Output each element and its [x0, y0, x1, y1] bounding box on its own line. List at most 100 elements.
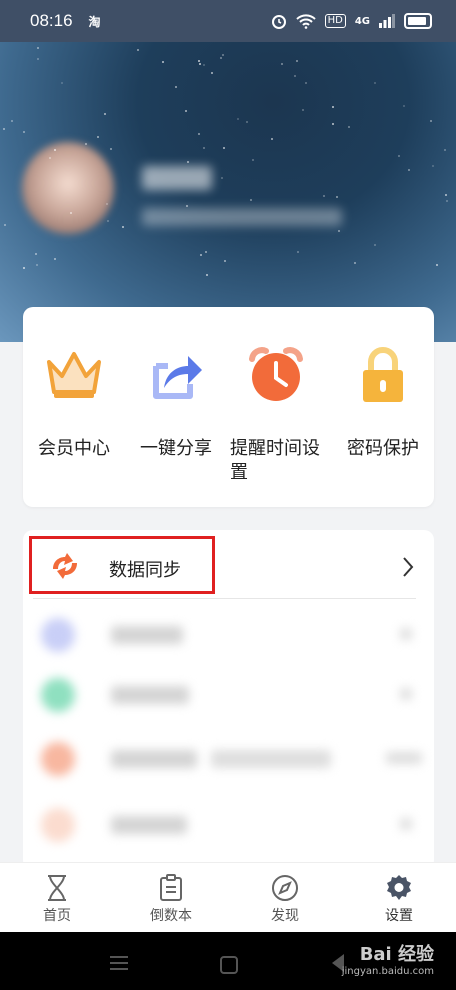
- star-decoration: [35, 264, 38, 267]
- star-decoration: [304, 82, 307, 85]
- star-decoration: [222, 54, 225, 57]
- star-decoration: [205, 251, 208, 254]
- tab-home[interactable]: 首页: [0, 863, 114, 933]
- star-decoration: [121, 225, 124, 228]
- avatar[interactable]: [22, 142, 114, 234]
- feature-reminder[interactable]: 提醒时间设置: [226, 335, 326, 485]
- star-decoration: [61, 81, 64, 84]
- list-item[interactable]: [23, 794, 434, 854]
- star-decoration: [161, 60, 164, 63]
- feature-label: 会员中心: [38, 438, 110, 459]
- star-decoration: [197, 132, 200, 135]
- baidu-jingyan-watermark: Bai 经验 jingyan.baidu.com: [342, 940, 434, 977]
- star-decoration: [403, 105, 406, 108]
- wifi-icon: [295, 14, 316, 29]
- star-decoration: [373, 82, 376, 85]
- network-type: 4G: [354, 15, 370, 27]
- star-decoration: [373, 244, 376, 247]
- hourglass-icon: [48, 875, 66, 901]
- star-decoration: [252, 158, 255, 161]
- tab-settings[interactable]: 设置: [342, 863, 456, 933]
- system-nav-bar: Bai 经验 jingyan.baidu.com: [0, 932, 456, 990]
- hd-badge: HD: [324, 14, 346, 28]
- star-decoration: [96, 136, 99, 139]
- tab-label: 首页: [43, 908, 71, 924]
- star-decoration: [336, 195, 339, 198]
- star-decoration: [198, 63, 201, 66]
- tab-label: 倒数本: [150, 908, 192, 924]
- star-decoration: [337, 229, 340, 232]
- taobao-notification-icon: 淘: [88, 14, 101, 29]
- star-decoration: [106, 220, 109, 223]
- list-item[interactable]: [23, 604, 434, 664]
- star-decoration: [198, 60, 201, 63]
- star-decoration: [246, 121, 249, 124]
- home-button[interactable]: [220, 956, 238, 974]
- star-decoration: [445, 194, 448, 197]
- star-decoration: [237, 117, 240, 120]
- profile-banner: [0, 42, 456, 342]
- data-sync-label: 数据同步: [109, 560, 181, 581]
- compass-icon: [272, 875, 298, 901]
- recent-apps-button[interactable]: [110, 956, 128, 974]
- tab-countdown[interactable]: 倒数本: [114, 863, 228, 933]
- star-decoration: [445, 200, 448, 203]
- status-bar: 08:16 淘 HD 4G: [0, 0, 456, 42]
- star-decoration: [295, 60, 298, 63]
- star-decoration: [271, 138, 274, 141]
- alarm-status-icon: [271, 15, 286, 29]
- star-decoration: [332, 123, 335, 126]
- status-time: 08:16: [30, 11, 73, 30]
- list-item[interactable]: [23, 728, 434, 788]
- star-decoration: [322, 195, 325, 198]
- divider: [33, 598, 416, 599]
- star-decoration: [23, 130, 26, 133]
- star-decoration: [224, 259, 227, 262]
- gear-icon: [387, 875, 411, 900]
- star-decoration: [429, 119, 432, 122]
- star-decoration: [109, 148, 112, 151]
- feature-label: 密码保护: [347, 438, 419, 459]
- feature-password[interactable]: 密码保护: [333, 335, 433, 461]
- feature-label: 提醒时间设置: [230, 438, 320, 483]
- star-decoration: [435, 264, 438, 267]
- bottom-tab-bar: 首页 倒数本 发现 设置: [0, 862, 456, 933]
- data-sync-row[interactable]: 数据同步: [23, 530, 434, 598]
- feature-card: 会员中心 一键分享 提醒时间设置 密码保护: [23, 307, 434, 507]
- star-decoration: [69, 211, 72, 214]
- watermark-brand: Bai 经验: [359, 944, 434, 965]
- star-decoration: [184, 110, 187, 113]
- feature-share[interactable]: 一键分享: [126, 335, 226, 461]
- star-decoration: [347, 126, 350, 129]
- tab-label: 设置: [385, 908, 413, 924]
- settings-list: 数据同步: [23, 530, 434, 870]
- signal-icon: [379, 14, 395, 28]
- watermark-url: jingyan.baidu.com: [341, 966, 434, 977]
- star-decoration: [219, 57, 222, 60]
- star-decoration: [397, 154, 400, 157]
- feature-member-center[interactable]: 会员中心: [24, 335, 124, 461]
- list-item[interactable]: [23, 664, 434, 724]
- star-decoration: [37, 58, 40, 61]
- battery-icon: [404, 13, 432, 29]
- tab-discover[interactable]: 发现: [228, 863, 342, 933]
- sync-icon: [53, 553, 77, 579]
- star-decoration: [202, 147, 205, 150]
- star-decoration: [220, 176, 223, 179]
- clipboard-icon: [160, 874, 182, 901]
- star-decoration: [297, 250, 300, 253]
- crown-icon: [47, 352, 101, 398]
- star-decoration: [22, 267, 25, 270]
- star-decoration: [293, 74, 296, 77]
- chevron-right-icon: [403, 557, 414, 577]
- star-decoration: [175, 86, 178, 89]
- star-decoration: [202, 63, 205, 66]
- star-decoration: [354, 261, 357, 264]
- alarm-clock-icon: [249, 347, 303, 401]
- star-decoration: [54, 257, 57, 260]
- star-decoration: [85, 142, 88, 145]
- tab-label: 发现: [271, 908, 299, 924]
- lock-icon: [363, 347, 403, 402]
- star-decoration: [187, 161, 190, 164]
- star-decoration: [431, 165, 434, 168]
